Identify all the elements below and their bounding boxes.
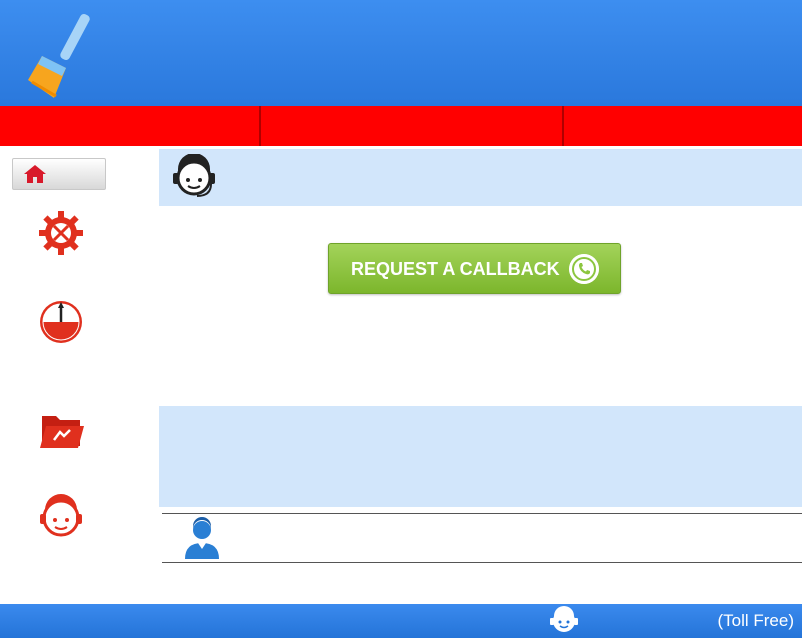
phone-icon <box>569 254 599 284</box>
folder-icon[interactable] <box>36 406 86 456</box>
gear-tools-icon[interactable] <box>36 208 86 258</box>
support-agent-icon <box>550 606 578 632</box>
home-icon <box>24 165 46 183</box>
user-row <box>162 513 802 563</box>
app-header <box>0 0 802 106</box>
broom-icon[interactable] <box>22 10 100 102</box>
sidebar <box>0 146 158 604</box>
nav-tab-1[interactable] <box>0 106 261 146</box>
request-callback-button[interactable]: REQUEST A CALLBACK <box>328 243 621 294</box>
nav-tab-2[interactable] <box>261 106 564 146</box>
sidebar-item-home[interactable] <box>12 158 106 190</box>
speedometer-icon[interactable] <box>36 296 86 346</box>
callback-label: REQUEST A CALLBACK <box>351 259 560 279</box>
footer-bar: (Toll Free) <box>0 604 802 638</box>
support-agent-icon[interactable] <box>36 494 86 544</box>
info-panel <box>159 406 802 507</box>
support-header-panel <box>159 149 802 206</box>
nav-bar <box>0 106 802 146</box>
user-icon <box>185 517 219 559</box>
nav-tab-3[interactable] <box>564 106 802 146</box>
toll-free-label: (Toll Free) <box>717 611 794 630</box>
support-agent-icon <box>173 154 215 197</box>
